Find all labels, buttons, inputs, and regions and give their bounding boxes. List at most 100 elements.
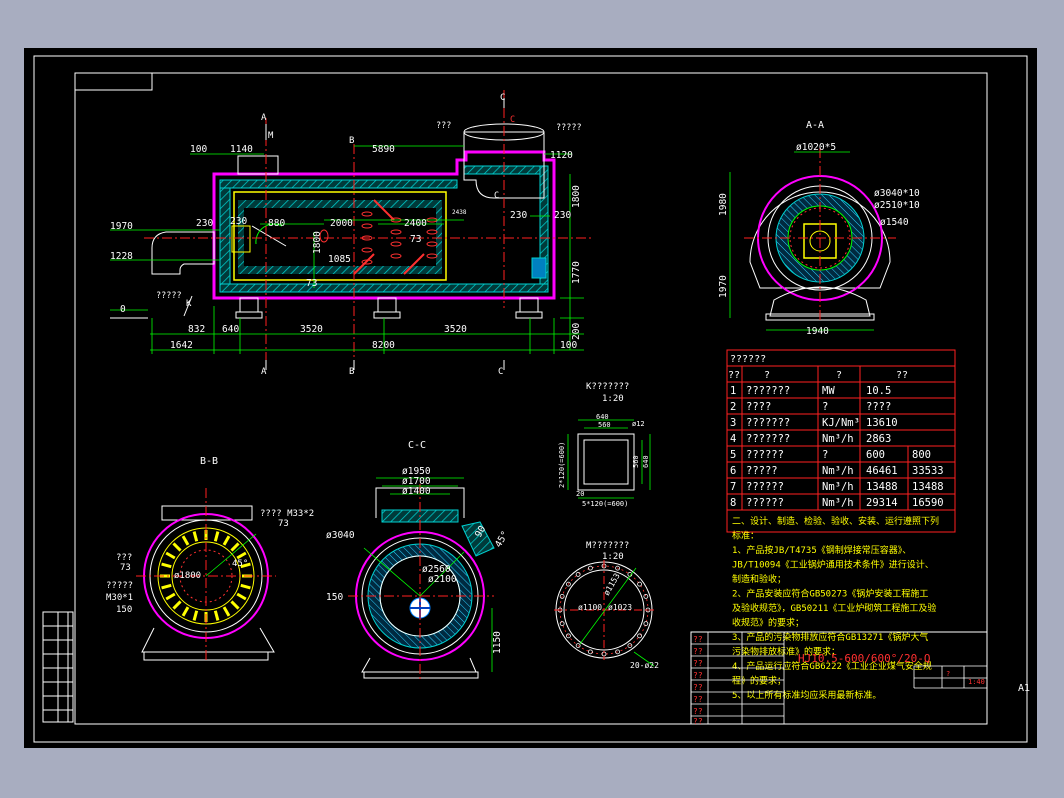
bb-q3: ???	[116, 553, 132, 563]
dimension-lines	[110, 145, 584, 354]
aa-dim-1540: ø1540	[880, 217, 909, 228]
spec-row-name: ???????	[746, 433, 790, 445]
spec-row-number: 7	[730, 481, 736, 493]
label-c: C	[494, 191, 499, 201]
note-line: 5、以上所有标准均应采用最新标准。	[732, 689, 881, 701]
section-mark-b-top: B	[349, 136, 354, 146]
tb-scale: 1:40	[968, 678, 985, 686]
cc-dim-3040: ø3040	[326, 530, 355, 541]
bb-45deg: 45°	[232, 559, 248, 569]
view-k-title: K???????	[586, 382, 629, 392]
k-dim-20: 20	[576, 490, 584, 498]
spec-row-unit: Nm³/h	[822, 497, 854, 509]
svg-text:230: 230	[196, 218, 213, 229]
tb-cell: ??	[693, 647, 703, 656]
tb-cell: ??	[693, 635, 703, 644]
spec-row-name: ????	[746, 401, 771, 413]
refractory-segment	[165, 592, 176, 601]
svg-text:230: 230	[554, 210, 571, 221]
k-dim-560: 560	[598, 421, 611, 429]
spec-row-value-2: 13488	[912, 481, 944, 493]
main-elevation-view: A B C K M A B C ??? C ????? ????? C 100 …	[110, 90, 594, 377]
tb-cell: ??	[693, 717, 703, 726]
spec-row-value-2: 33533	[912, 465, 944, 477]
bb-1800: ø1800	[174, 571, 201, 581]
bolt-hole	[588, 565, 593, 571]
aa-dim-3040: ø3040*10	[874, 188, 920, 199]
spec-row-unit: MW	[822, 385, 835, 397]
top-insulation	[219, 179, 458, 189]
bottom-insulation	[219, 283, 549, 293]
svg-text:640: 640	[222, 324, 239, 335]
spec-row-name: ??????	[746, 449, 784, 461]
spec-row-unit: KJ/Nm³	[822, 417, 860, 429]
svg-text:1800: 1800	[571, 185, 582, 208]
spec-row-number: 4	[730, 433, 736, 445]
spec-table-title: ??????	[730, 354, 766, 365]
spec-header-unit: ?	[836, 370, 842, 381]
svg-text:73: 73	[306, 278, 317, 289]
refractory-segment	[192, 531, 199, 542]
bb-bolt-label: ???? M33*2	[260, 509, 314, 519]
aa-dim-1970: 1970	[718, 275, 729, 298]
svg-text:3520: 3520	[300, 324, 323, 335]
cc-dim-1150: 1150	[492, 631, 503, 654]
svg-text:1770: 1770	[571, 261, 582, 284]
refractory-segment	[172, 542, 182, 552]
spec-row-value: 46461	[866, 465, 898, 477]
svg-text:1085: 1085	[328, 254, 351, 265]
spec-row-number: 8	[730, 497, 736, 509]
refractory-segment	[213, 531, 220, 542]
bolt-hole	[575, 572, 581, 577]
bb-q4: ?????	[106, 581, 133, 591]
svg-text:230: 230	[510, 210, 527, 221]
view-m-title: M???????	[586, 541, 629, 551]
bb-150: 150	[116, 605, 132, 615]
k-dim-640: 640	[596, 413, 609, 421]
refractory-segment	[222, 535, 231, 546]
refractory-segment	[236, 592, 247, 601]
corner-box	[74, 72, 153, 91]
bolt-hole	[559, 621, 565, 626]
left-stamp-column	[42, 611, 74, 723]
spec-table: ?????? ?? ? ? ?? 1??????? MW 10.52????????…	[726, 349, 956, 533]
spec-row-number: 1	[730, 385, 736, 397]
refractory-segment	[161, 562, 172, 569]
spec-row-number: 6	[730, 465, 736, 477]
saddle-supports	[235, 297, 543, 319]
spec-row-name: ???????	[746, 417, 790, 429]
label-top-left: ???	[436, 121, 451, 131]
bolt-hole	[637, 633, 642, 639]
aa-dim-1940: 1940	[806, 326, 829, 337]
cc-dim-2100: ø2100	[428, 574, 457, 585]
svg-text:832: 832	[188, 324, 205, 335]
refractory-segment	[165, 551, 176, 560]
spec-row-unit: Nm³/h	[822, 481, 854, 493]
drawing-sheet: A1 A B C K M A B C ??? C ????? ????? C 1…	[24, 48, 1037, 748]
spec-row-value: 13488	[866, 481, 898, 493]
svg-text:100: 100	[560, 340, 577, 351]
spec-header-no: ??	[728, 370, 740, 381]
upper-right-insulation	[463, 165, 541, 175]
access-door	[531, 257, 547, 279]
m-dim-1023: ø1023	[608, 603, 632, 612]
svg-text:3520: 3520	[444, 324, 467, 335]
aa-dim-1020: ø1020*5	[796, 142, 836, 153]
spec-header-name: ?	[764, 370, 770, 381]
aa-dim-2510: ø2510*10	[874, 200, 920, 211]
chamber-liner-top	[238, 200, 442, 208]
note-line: 2、产品安装应符合GB50273《锅炉安装工程施工	[732, 588, 928, 600]
label-left: ?????	[156, 291, 182, 301]
refractory-segment	[181, 606, 190, 617]
note-line: 收规范》的要求；	[732, 617, 804, 629]
left-insulation	[219, 187, 231, 285]
tb-cell: ??	[693, 659, 703, 668]
svg-text:1140: 1140	[230, 144, 253, 155]
tb-sheet: ?	[946, 670, 950, 678]
k-dim-640v: 640	[642, 455, 650, 468]
tb-cell: ??	[693, 695, 703, 704]
note-line: 标准：	[732, 530, 759, 542]
svg-text:0: 0	[120, 304, 126, 315]
spec-row-value: 10.5	[866, 385, 891, 397]
tb-cell: ??	[693, 671, 703, 680]
